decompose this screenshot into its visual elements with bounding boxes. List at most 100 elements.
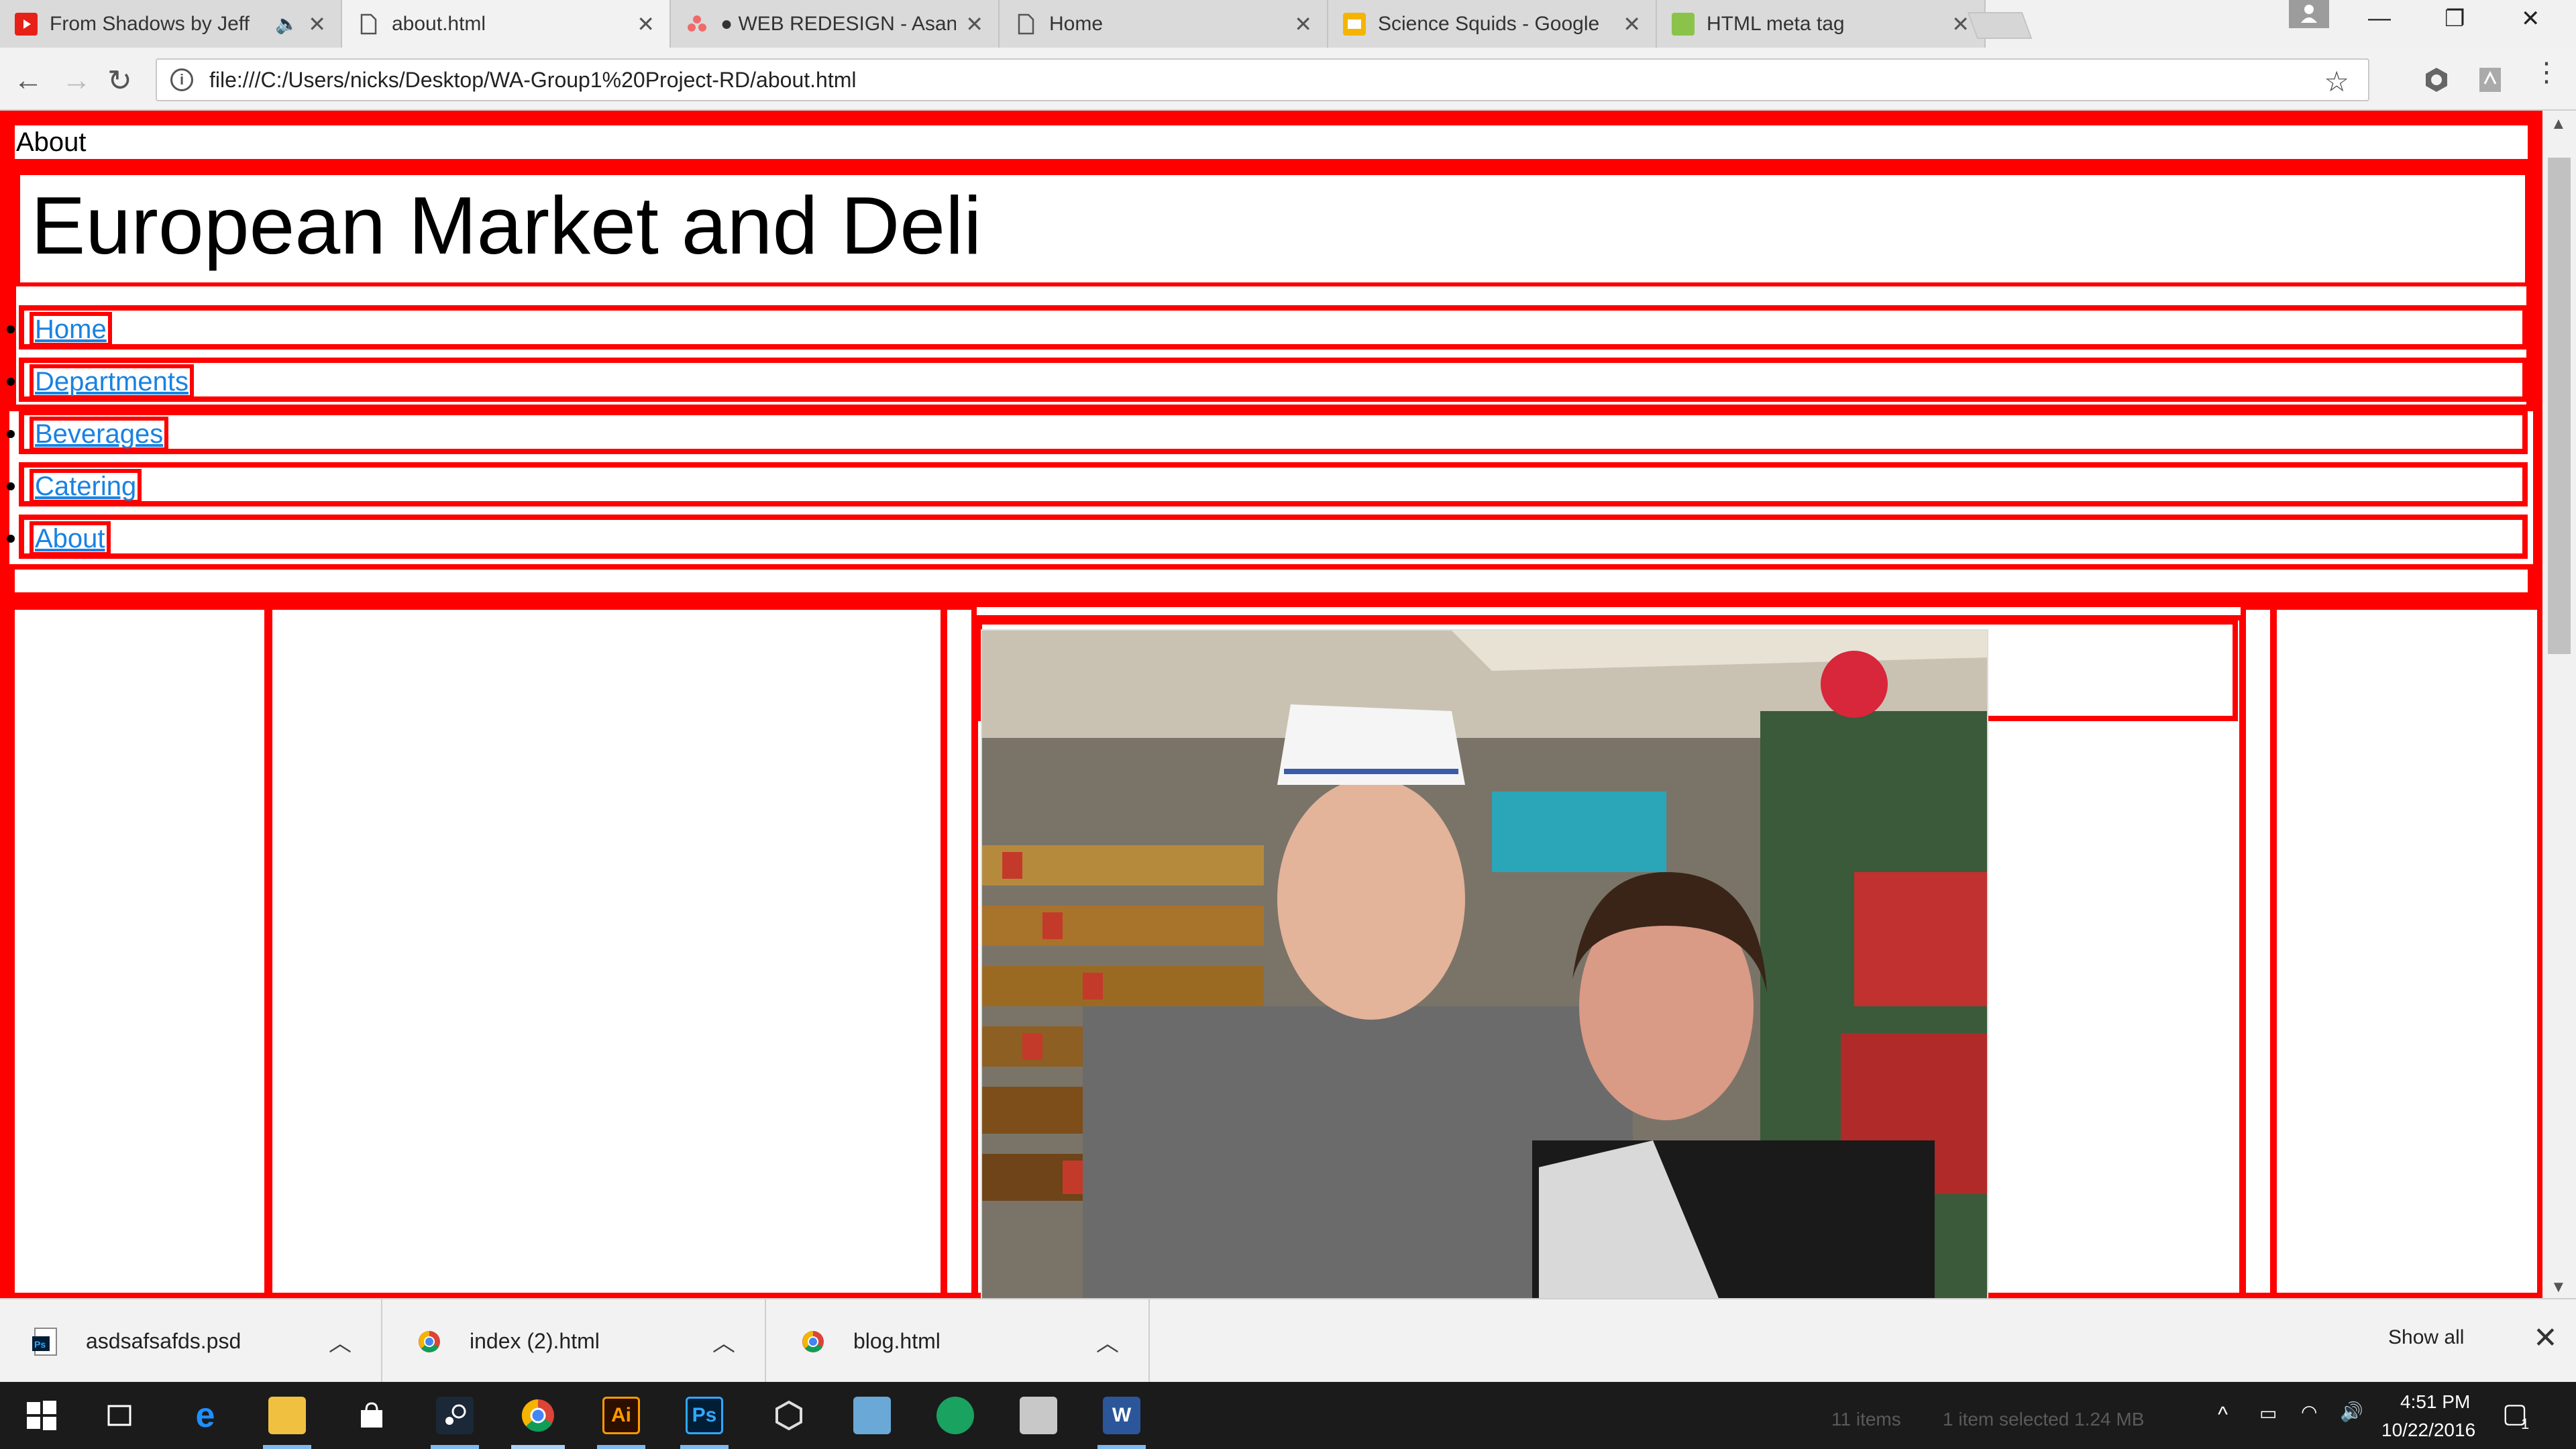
tab-title: ● WEB REDESIGN - Asan <box>720 12 957 35</box>
tray-chevron-icon[interactable]: ^ <box>2218 1402 2228 1427</box>
file-explorer-icon[interactable] <box>268 1397 306 1434</box>
running-indicator <box>431 1445 479 1449</box>
list-bullet <box>7 325 15 333</box>
tab-title: HTML meta tag <box>1707 12 1845 35</box>
task-view-icon[interactable] <box>101 1397 138 1434</box>
tab-strip: From Shadows by Jeff 🔈 ✕ about.html ✕ ● … <box>0 0 2576 48</box>
top-label: About <box>16 127 87 157</box>
store-icon[interactable] <box>353 1397 390 1434</box>
nav-link-about[interactable]: About <box>30 521 111 556</box>
meta-icon <box>1672 12 1695 36</box>
tab-science-squids[interactable]: Science Squids - Google ✕ <box>1328 0 1657 48</box>
windows-taskbar: e Ai Ps W 11 items 1 item selected 1.24 … <box>0 1382 2576 1449</box>
restore-icon[interactable]: ❐ <box>2445 5 2465 32</box>
close-tab-icon[interactable]: ✕ <box>637 11 655 37</box>
gutter-left <box>942 604 977 1298</box>
clock-time[interactable]: 4:51 PM <box>2400 1391 2470 1413</box>
owners-photo <box>981 629 1988 1300</box>
app-green-icon[interactable] <box>936 1397 974 1434</box>
reload-icon[interactable]: ↻ <box>107 64 132 98</box>
chrome-file-icon <box>800 1327 826 1356</box>
nav-link-departments[interactable]: Departments <box>30 364 194 399</box>
left-column <box>9 604 270 1298</box>
remote-desktop-icon[interactable] <box>1020 1397 1057 1434</box>
clock-date[interactable]: 10/22/2016 <box>2381 1419 2475 1441</box>
forward-arrow-icon[interactable]: → <box>62 64 91 97</box>
address-bar[interactable]: i file:///C:/Users/nicks/Desktop/WA-Grou… <box>156 58 2369 101</box>
list-bullet <box>7 378 15 386</box>
close-shelf-icon[interactable]: ✕ <box>2533 1321 2558 1355</box>
menu-icon[interactable]: ⋮ <box>2533 57 2563 87</box>
speaker-icon[interactable]: 🔈 <box>275 13 299 35</box>
tab-title: about.html <box>392 12 486 35</box>
download-shelf: Ps asdsafsafds.psd ︿ index (2).html ︿ bl… <box>0 1298 2576 1383</box>
volume-icon[interactable]: 🔊 <box>2340 1401 2363 1423</box>
user-profile-icon[interactable] <box>2289 0 2329 28</box>
illustrator-icon[interactable]: Ai <box>602 1397 640 1434</box>
edge-browser-icon[interactable]: e <box>186 1396 224 1435</box>
download-filename: blog.html <box>853 1329 941 1353</box>
tab-title: From Shadows by Jeff <box>50 12 250 35</box>
nav-link-catering[interactable]: Catering <box>30 469 142 504</box>
tab-title: Science Squids - Google <box>1378 12 1600 35</box>
gutter-right <box>2241 604 2275 1298</box>
word-icon[interactable]: W <box>1103 1397 1140 1434</box>
notification-count: 1 <box>2521 1415 2530 1432</box>
scroll-down-icon[interactable]: ▼ <box>2551 1278 2567 1297</box>
show-all-downloads-button[interactable]: Show all <box>2388 1326 2464 1349</box>
list-bullet <box>7 430 15 438</box>
scroll-thumb[interactable] <box>2548 158 2571 654</box>
notepad-icon[interactable] <box>853 1397 891 1434</box>
nav-link-beverages[interactable]: Beverages <box>30 417 169 451</box>
close-tab-icon[interactable]: ✕ <box>965 11 983 37</box>
nav-item-about: About <box>7 515 2528 559</box>
tab-youtube[interactable]: From Shadows by Jeff 🔈 ✕ <box>0 0 342 48</box>
info-icon[interactable]: i <box>170 68 193 91</box>
extension-icon[interactable] <box>2422 65 2451 95</box>
nav-spacer <box>9 564 2533 598</box>
running-indicator <box>597 1445 645 1449</box>
close-window-icon[interactable]: ✕ <box>2521 5 2540 32</box>
close-tab-icon[interactable]: ✕ <box>1294 11 1312 37</box>
windows-start-icon[interactable] <box>23 1397 60 1434</box>
site-title: European Market and Deli <box>31 180 982 271</box>
close-tab-icon[interactable]: ✕ <box>1951 11 1970 37</box>
running-indicator <box>263 1445 311 1449</box>
page-scrollbar[interactable]: ▲ ▼ <box>2542 111 2576 1298</box>
unity-icon[interactable] <box>770 1397 808 1434</box>
chrome-icon[interactable] <box>519 1397 557 1434</box>
page-icon <box>1014 13 1037 36</box>
steam-icon[interactable] <box>436 1397 474 1434</box>
tab-home[interactable]: Home ✕ <box>1000 0 1328 48</box>
pdf-extension-icon[interactable] <box>2475 65 2505 95</box>
asana-icon <box>686 13 708 36</box>
new-tab-button[interactable] <box>1967 12 2033 39</box>
page-icon <box>357 13 380 36</box>
list-bullet <box>7 482 15 490</box>
nav-link-home[interactable]: Home <box>30 312 112 347</box>
download-item[interactable]: Ps asdsafsafds.psd ︿ <box>0 1299 382 1383</box>
photoshop-icon[interactable]: Ps <box>686 1397 723 1434</box>
download-item[interactable]: index (2).html ︿ <box>384 1299 766 1383</box>
chevron-up-icon[interactable]: ︿ <box>712 1325 735 1358</box>
tab-html-meta[interactable]: HTML meta tag ✕ <box>1657 0 1986 48</box>
back-arrow-icon[interactable]: ← <box>13 64 43 97</box>
download-item[interactable]: blog.html ︿ <box>767 1299 1150 1383</box>
chevron-up-icon[interactable]: ︿ <box>329 1325 352 1358</box>
tab-about-html[interactable]: about.html ✕ <box>342 0 671 48</box>
battery-icon[interactable]: ▭ <box>2259 1402 2277 1424</box>
bookmark-star-icon[interactable]: ☆ <box>2324 65 2349 98</box>
download-filename: asdsafsafds.psd <box>86 1329 241 1353</box>
wifi-icon[interactable]: ◠ <box>2301 1401 2317 1423</box>
minimize-icon[interactable]: — <box>2368 5 2391 32</box>
close-tab-icon[interactable]: ✕ <box>308 11 326 37</box>
chevron-up-icon[interactable]: ︿ <box>1096 1325 1119 1358</box>
photoshop-file-icon: Ps <box>32 1327 59 1356</box>
tab-asana[interactable]: ● WEB REDESIGN - Asan ✕ <box>671 0 1000 48</box>
scroll-up-icon[interactable]: ▲ <box>2551 115 2567 133</box>
download-filename: index (2).html <box>470 1329 600 1353</box>
url-text: file:///C:/Users/nicks/Desktop/WA-Group1… <box>209 67 857 92</box>
close-tab-icon[interactable]: ✕ <box>1623 11 1641 37</box>
list-bullet <box>7 535 15 543</box>
nav-item-departments: Departments <box>7 358 2528 402</box>
